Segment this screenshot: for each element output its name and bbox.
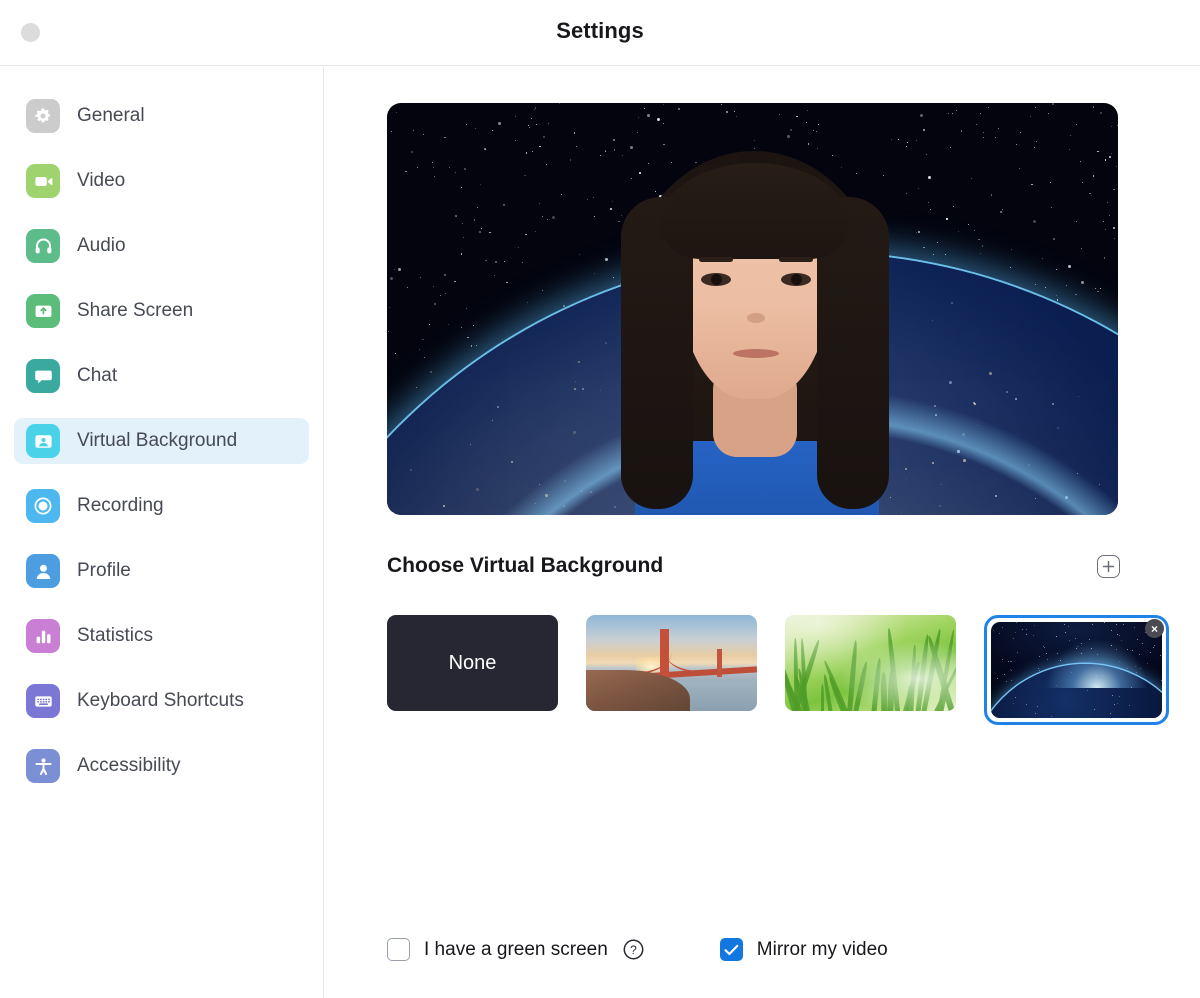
bridge-artwork — [586, 615, 757, 711]
sidebar-item-share-screen[interactable]: Share Screen — [14, 288, 309, 334]
green-screen-control[interactable]: I have a green screen — [387, 938, 608, 961]
bottom-controls: I have a green screen ? Mirror my video — [387, 938, 888, 961]
sidebar-item-keyboard-shortcuts[interactable]: Keyboard Shortcuts — [14, 678, 309, 724]
sidebar-item-label: Profile — [77, 560, 131, 582]
background-none-tile[interactable]: None — [387, 615, 558, 711]
section-header: Choose Virtual Background — [387, 554, 1120, 578]
sidebar-item-accessibility[interactable]: Accessibility — [14, 743, 309, 789]
space-artwork — [991, 622, 1162, 718]
sidebar-item-label: Keyboard Shortcuts — [77, 690, 244, 712]
sidebar-item-statistics[interactable]: Statistics — [14, 613, 309, 659]
plus-icon — [1102, 560, 1115, 573]
virtual-background-icon — [26, 424, 60, 458]
video-camera-icon — [26, 164, 60, 198]
checkmark-icon — [724, 944, 739, 956]
background-none-label: None — [449, 652, 497, 675]
svg-text:?: ? — [630, 943, 637, 957]
background-thumbnail-list: None × — [387, 615, 1169, 725]
sidebar-item-label: Audio — [77, 235, 126, 257]
person-icon — [26, 554, 60, 588]
add-background-button[interactable] — [1097, 555, 1120, 578]
help-icon[interactable]: ? — [623, 939, 644, 960]
pupil-left — [711, 274, 722, 285]
eyebrow-right — [779, 257, 813, 262]
video-preview[interactable] — [387, 103, 1118, 515]
green-screen-checkbox[interactable] — [387, 938, 410, 961]
sidebar-item-general[interactable]: General — [14, 93, 309, 139]
title-bar: Settings — [0, 0, 1200, 66]
section-title: Choose Virtual Background — [387, 554, 663, 578]
remove-background-button[interactable]: × — [1145, 619, 1164, 638]
record-circle-icon — [26, 489, 60, 523]
keyboard-icon — [26, 684, 60, 718]
eyebrow-left — [699, 257, 733, 262]
grass-artwork — [785, 615, 956, 711]
chat-bubble-icon — [26, 359, 60, 393]
mirror-video-label: Mirror my video — [757, 939, 888, 961]
sidebar-item-label: Share Screen — [77, 300, 193, 322]
sidebar-item-label: General — [77, 105, 145, 127]
gear-icon — [26, 99, 60, 133]
sidebar-item-label: Video — [77, 170, 125, 192]
background-image-tile[interactable] — [586, 615, 757, 711]
mouth — [733, 349, 779, 358]
background-image-tile[interactable] — [991, 622, 1162, 718]
sidebar-item-label: Virtual Background — [77, 430, 237, 452]
accessibility-icon — [26, 749, 60, 783]
sidebar-item-chat[interactable]: Chat — [14, 353, 309, 399]
share-screen-icon — [26, 294, 60, 328]
green-screen-label: I have a green screen — [424, 939, 608, 961]
sidebar-item-label: Recording — [77, 495, 164, 517]
sidebar-item-virtual-background[interactable]: Virtual Background — [14, 418, 309, 464]
bar-chart-icon — [26, 619, 60, 653]
mirror-video-checkbox[interactable] — [720, 938, 743, 961]
sidebar: General Video Audio Share Screen Chat Virtual… — [0, 67, 324, 998]
background-thumbnail[interactable] — [785, 615, 970, 725]
background-thumbnail-selected[interactable]: × — [984, 615, 1169, 725]
sidebar-item-label: Accessibility — [77, 755, 180, 777]
background-thumbnail[interactable]: None — [387, 615, 572, 725]
sidebar-item-video[interactable]: Video — [14, 158, 309, 204]
sidebar-item-label: Chat — [77, 365, 117, 387]
person-avatar — [595, 141, 915, 515]
sidebar-item-audio[interactable]: Audio — [14, 223, 309, 269]
main-panel: Choose Virtual Background None × I have … — [325, 67, 1200, 998]
headphones-icon — [26, 229, 60, 263]
pupil-right — [791, 274, 802, 285]
background-thumbnail[interactable] — [586, 615, 771, 725]
sidebar-item-profile[interactable]: Profile — [14, 548, 309, 594]
sidebar-item-recording[interactable]: Recording — [14, 483, 309, 529]
settings-window: Settings General Video Audio Share Screen Ch… — [0, 0, 1200, 998]
background-image-tile[interactable] — [785, 615, 956, 711]
sidebar-item-label: Statistics — [77, 625, 153, 647]
mirror-video-control[interactable]: Mirror my video — [720, 938, 888, 961]
nose — [747, 313, 765, 323]
page-title: Settings — [0, 18, 1200, 44]
